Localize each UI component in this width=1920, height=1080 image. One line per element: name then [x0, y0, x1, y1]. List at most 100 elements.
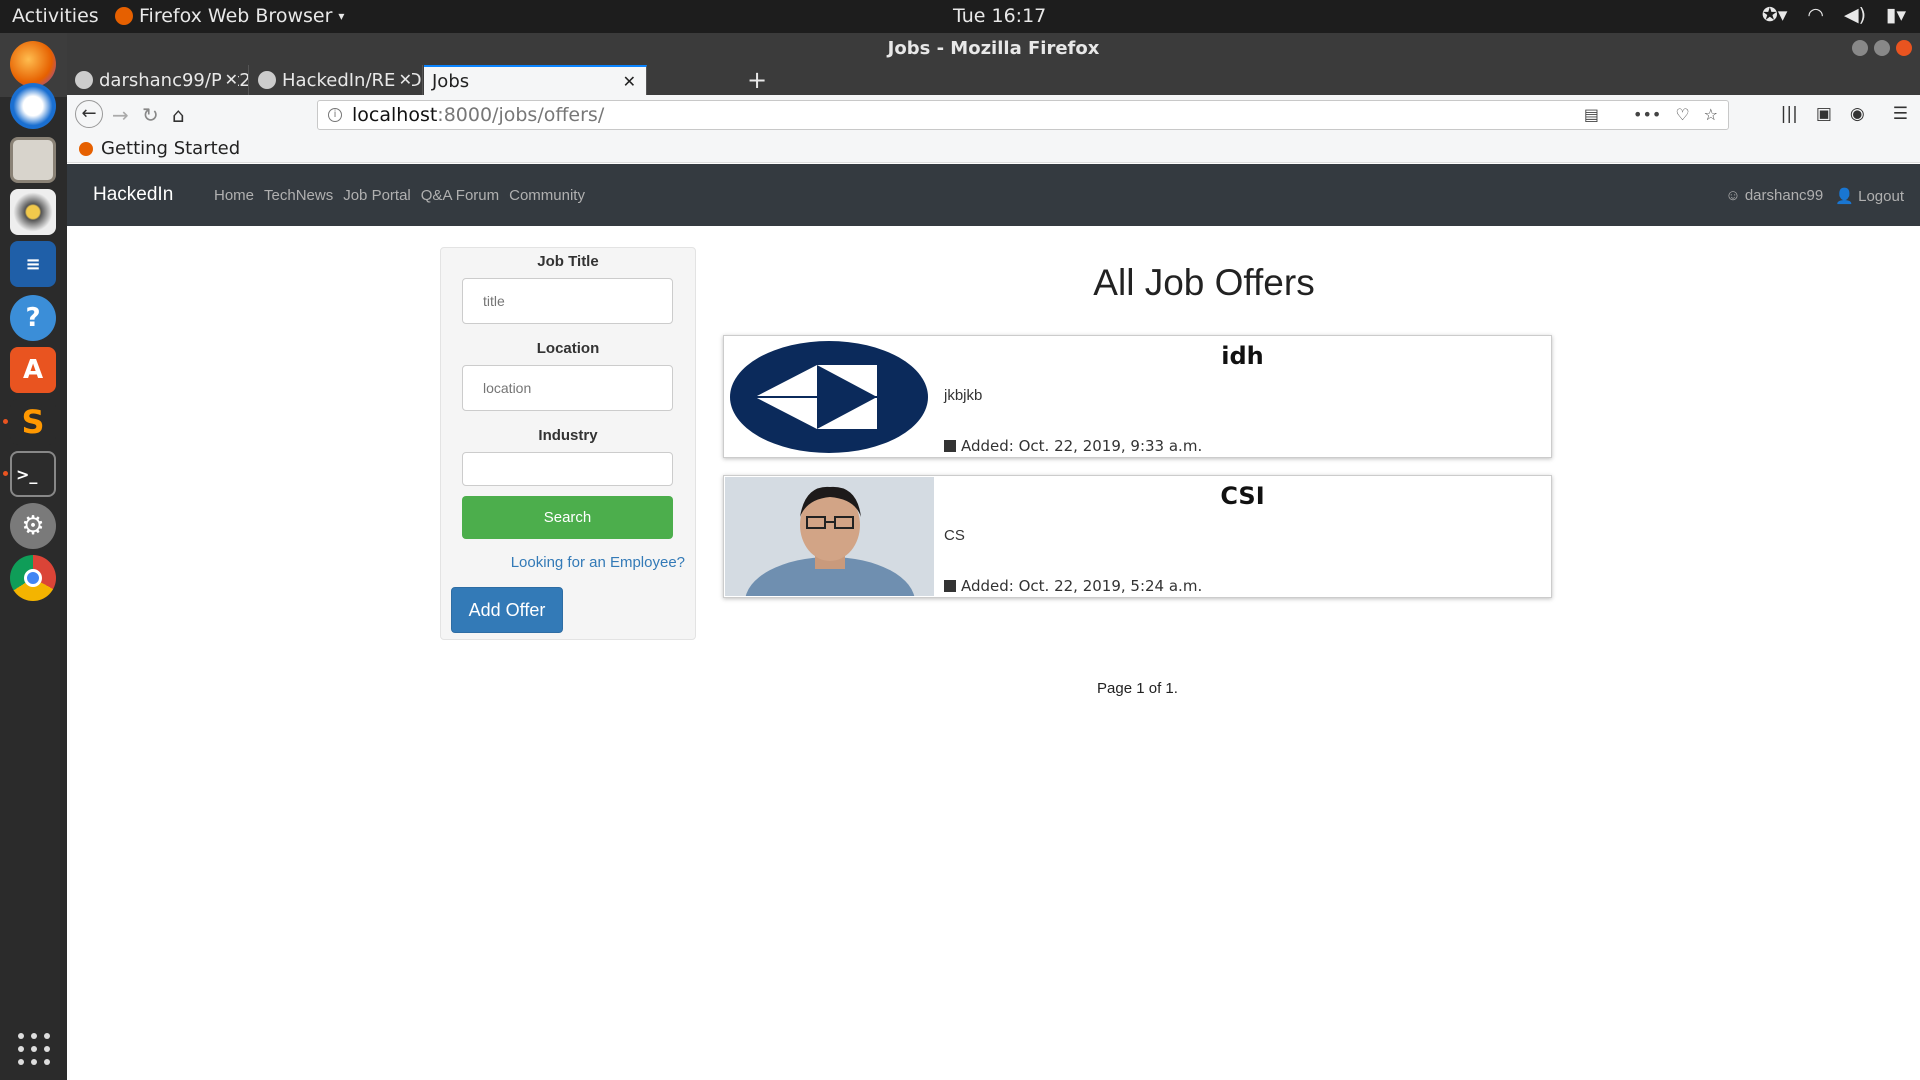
nav-technews[interactable]: TechNews	[264, 187, 333, 204]
account-icon[interactable]: ◉	[1850, 104, 1865, 124]
site-navbar: HackedIn Home TechNews Job Portal Q&A Fo…	[67, 164, 1920, 226]
tab-pet2ve[interactable]: darshanc99/Pet2Ve ✕	[67, 65, 249, 95]
terminal-dock-icon[interactable]: >_	[10, 451, 56, 497]
reload-button[interactable]: ↻	[142, 103, 159, 127]
running-indicator	[3, 471, 8, 476]
sublime-text-dock-icon[interactable]: S	[10, 399, 56, 445]
user-circle-icon: ☺	[1725, 187, 1745, 204]
job-title-input[interactable]	[462, 278, 673, 324]
site-info-icon[interactable]: i	[328, 108, 342, 122]
help-dock-icon[interactable]: ?	[10, 295, 56, 341]
site-brand[interactable]: HackedIn	[93, 184, 173, 206]
accessibility-icon[interactable]: ✪▾	[1762, 4, 1787, 26]
user-menu: ☺ darshanc99 👤 Logout	[1725, 187, 1904, 205]
window-title-bar: Jobs - Mozilla Firefox	[67, 33, 1920, 65]
software-dock-icon[interactable]: A	[10, 347, 56, 393]
show-applications-icon[interactable]	[18, 1033, 50, 1065]
system-top-bar: Activities Firefox Web Browser ▾ Tue 16:…	[0, 0, 1920, 33]
bookmark-getting-started[interactable]: Getting Started	[101, 138, 240, 159]
offer-photo-image	[725, 477, 934, 596]
page-actions-icon[interactable]: •••	[1633, 105, 1661, 124]
writer-dock-icon[interactable]: ≡	[10, 241, 56, 287]
thunderbird-dock-icon[interactable]	[10, 83, 56, 129]
looking-for-employee-link[interactable]: Looking for an Employee?	[511, 554, 685, 571]
clock[interactable]: Tue 16:17	[953, 5, 1046, 27]
search-button[interactable]: Search	[462, 496, 673, 539]
app-menu[interactable]: Firefox Web Browser ▾	[115, 5, 344, 27]
reader-view-icon[interactable]: ▤	[1584, 105, 1599, 124]
firefox-dock-icon[interactable]	[10, 41, 56, 87]
job-offer-card[interactable]: CSI CS Added: Oct. 22, 2019, 5:24 a.m.	[723, 475, 1552, 598]
nav-home[interactable]: Home	[214, 187, 254, 204]
close-tab-icon[interactable]: ✕	[394, 70, 412, 89]
chrome-dock-icon[interactable]	[10, 555, 56, 601]
url-bar[interactable]: i localhost:8000/jobs/offers/ ▤ ••• ♡ ☆	[317, 100, 1729, 130]
close-tab-icon[interactable]: ✕	[623, 72, 636, 91]
chrome-center-icon	[24, 569, 42, 587]
window-controls	[1852, 40, 1912, 56]
nav-qa-forum[interactable]: Q&A Forum	[421, 187, 499, 204]
navigation-toolbar: ← → ↻ ⌂ i localhost:8000/jobs/offers/ ▤ …	[67, 95, 1920, 135]
close-tab-icon[interactable]: ✕	[220, 70, 238, 89]
close-window-icon[interactable]	[1896, 40, 1912, 56]
logout-link[interactable]: 👤 Logout	[1835, 187, 1904, 205]
library-icon[interactable]: |||	[1781, 104, 1798, 124]
offer-title[interactable]: idh	[934, 342, 1551, 370]
nav-community[interactable]: Community	[509, 187, 585, 204]
industry-input[interactable]	[462, 452, 673, 486]
rhythmbox-dock-icon[interactable]	[10, 189, 56, 235]
user-link[interactable]: ☺ darshanc99	[1725, 187, 1823, 205]
location-input[interactable]	[462, 365, 673, 411]
battery-icon[interactable]: ▮▾	[1886, 4, 1906, 26]
github-icon	[75, 71, 93, 89]
volume-icon[interactable]: ◀)	[1844, 4, 1866, 26]
bookmark-star-icon[interactable]: ☆	[1704, 105, 1718, 124]
back-button[interactable]: ←	[75, 100, 103, 128]
hamburger-menu-icon[interactable]: ☰	[1893, 104, 1908, 124]
industry-label: Industry	[538, 427, 598, 444]
tab-jobs[interactable]: Jobs ✕	[424, 65, 647, 95]
system-tray[interactable]: ✪▾ ◠ ◀) ▮▾	[1762, 4, 1906, 26]
location-label: Location	[536, 340, 600, 357]
offer-date: Added: Oct. 22, 2019, 9:33 a.m.	[944, 437, 1202, 455]
username: darshanc99	[1744, 187, 1824, 204]
pagination-text: Page 1 of 1.	[1097, 680, 1178, 697]
logout-label: Logout	[1858, 188, 1904, 205]
pocket-icon[interactable]: ♡	[1675, 105, 1689, 124]
offer-date-text: Added: Oct. 22, 2019, 5:24 a.m.	[961, 577, 1203, 595]
offer-date-text: Added: Oct. 22, 2019, 9:33 a.m.	[961, 437, 1203, 455]
minimize-icon[interactable]	[1852, 40, 1868, 56]
dock: ≡ ? A S >_ ⚙	[0, 33, 67, 1080]
tab-hackedin-readme[interactable]: HackedIn/README ✕	[250, 65, 423, 95]
bookmarks-toolbar: Getting Started	[67, 135, 1920, 163]
chevron-down-icon: ▾	[338, 9, 345, 23]
sidebar-icon[interactable]: ▣	[1816, 104, 1832, 124]
files-dock-icon[interactable]	[10, 137, 56, 183]
user-times-icon: 👤	[1835, 188, 1859, 205]
job-offer-card[interactable]: idh jkbjkb Added: Oct. 22, 2019, 9:33 a.…	[723, 335, 1552, 458]
activities-button[interactable]: Activities	[12, 5, 99, 27]
offer-description: jkbjkb	[944, 387, 983, 404]
firefox-bookmark-icon	[79, 141, 93, 156]
forward-button[interactable]: →	[112, 103, 129, 127]
calendar-icon	[944, 440, 956, 452]
running-indicator	[3, 419, 8, 424]
job-title-label: Job Title	[537, 253, 599, 270]
offer-date: Added: Oct. 22, 2019, 5:24 a.m.	[944, 577, 1202, 595]
maximize-icon[interactable]	[1874, 40, 1890, 56]
calendar-icon	[944, 580, 956, 592]
offer-description: CS	[944, 527, 965, 544]
offer-title[interactable]: CSI	[934, 482, 1551, 510]
arrow-logo-icon	[730, 341, 928, 453]
new-tab-button[interactable]: +	[747, 65, 767, 95]
github-icon	[258, 71, 276, 89]
nav-job-portal[interactable]: Job Portal	[343, 187, 411, 204]
url-host: localhost	[352, 104, 438, 126]
wifi-icon[interactable]: ◠	[1807, 4, 1824, 26]
page-title: All Job Offers	[1093, 262, 1315, 303]
settings-dock-icon[interactable]: ⚙	[10, 503, 56, 549]
site-nav-links: Home TechNews Job Portal Q&A Forum Commu…	[214, 187, 585, 204]
add-offer-button[interactable]: Add Offer	[451, 587, 563, 633]
tab-label: Jobs	[432, 70, 470, 92]
home-button[interactable]: ⌂	[172, 103, 185, 127]
